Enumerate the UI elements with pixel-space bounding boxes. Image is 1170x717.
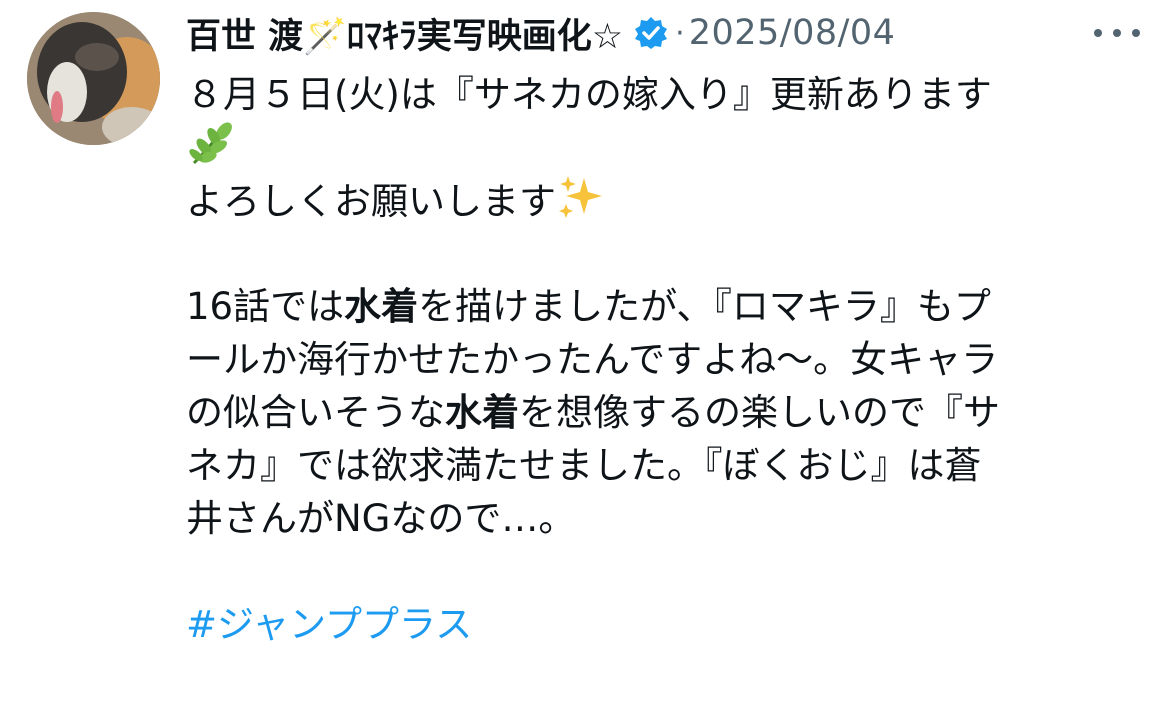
post-line-5: ールか海行かせたかったんですよね〜。女キャラ	[186, 338, 999, 381]
post-header: 百世 渡🪄ﾛﾏｷﾗ実写映画化☆ · 2025/08/04	[186, 8, 896, 59]
post-line-4-a: 16話では	[186, 285, 345, 328]
post-line-4-c: を描けましたが、『ロマキラ』もプ	[418, 285, 991, 328]
post-line-6-bold: 水着	[445, 391, 519, 434]
ellipsis-dot-2	[1113, 29, 1121, 37]
post-line-2	[186, 121, 1136, 174]
post-line-3-text: よろしくお願いします	[186, 180, 556, 223]
ellipsis-icon[interactable]	[1094, 24, 1140, 42]
post-text: ８月５日(火)は『サネカの嫁入り』更新あります よろしくお願いします 16話では…	[186, 68, 1136, 651]
post-line-7: ネカ』では欲求満たせました。『ぼくおじ』は蒼	[186, 444, 982, 487]
post-date[interactable]: 2025/08/04	[689, 13, 896, 53]
post-line-8: 井さんがNGなので…。	[186, 497, 576, 540]
ellipsis-dot-1	[1094, 29, 1102, 37]
author-display-name[interactable]: 百世 渡🪄ﾛﾏｷﾗ実写映画化☆	[186, 8, 623, 59]
herb-emoji-icon	[186, 121, 236, 167]
post-line-6-a: の似合いそうな	[186, 391, 445, 434]
post-line-4: 16話では水着を描けましたが、『ロマキラ』もプ	[186, 280, 1136, 333]
separator-dot: ·	[675, 15, 685, 51]
post-line-3: よろしくお願いします	[186, 174, 1136, 227]
post-line-6-c: を想像するの楽しいので『サ	[519, 391, 1000, 434]
hashtag-link[interactable]: #ジャンププラス	[186, 603, 472, 646]
post-line-1: ８月５日(火)は『サネカの嫁入り』更新あります	[186, 73, 992, 116]
post-line-4-bold: 水着	[344, 285, 419, 328]
hashtag-line: #ジャンププラス	[186, 598, 1136, 651]
verified-badge-icon[interactable]	[633, 15, 669, 51]
post-line-6: の似合いそうな水着を想像するの楽しいので『サ	[186, 386, 1136, 439]
sparkles-emoji-icon	[556, 174, 606, 220]
blank-line-2	[186, 545, 1136, 598]
author-avatar[interactable]	[27, 12, 160, 145]
ellipsis-dot-3	[1132, 29, 1140, 37]
